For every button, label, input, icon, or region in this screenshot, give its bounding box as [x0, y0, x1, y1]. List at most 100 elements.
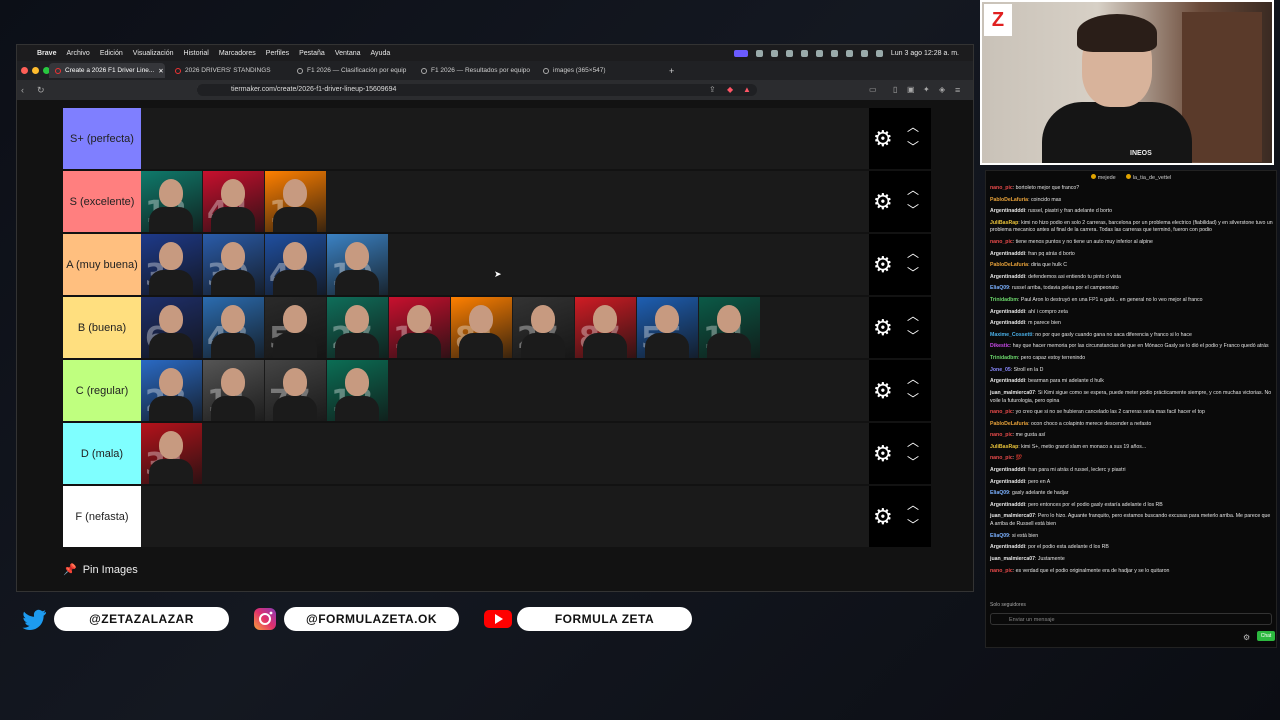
status-icon[interactable]	[755, 49, 763, 57]
chat-username[interactable]: Argentinadddi	[990, 309, 1025, 315]
tier-drop-zone[interactable]: 31	[141, 423, 203, 484]
driver-card[interactable]: 43	[203, 297, 264, 358]
brave-shields-icon[interactable]: ◆	[727, 84, 733, 96]
move-tier-up-icon[interactable]: ︿	[907, 499, 919, 511]
chat-header-user[interactable]: mejede	[1090, 173, 1116, 181]
menu-marcadores[interactable]: Marcadores	[219, 50, 256, 57]
tier-label[interactable]: D (mala)	[63, 423, 141, 484]
chat-username[interactable]: juan_malmierca07	[990, 556, 1035, 562]
move-tier-down-icon[interactable]: ﹀	[907, 456, 919, 468]
tier-label[interactable]: S (excelente)	[63, 171, 141, 232]
tab-drivers-standings[interactable]: 2026 DRIVERS' STANDINGS	[169, 63, 287, 78]
move-tier-up-icon[interactable]: ︿	[907, 436, 919, 448]
chat-message-input[interactable]: Enviar un mensaje	[990, 613, 1272, 625]
driver-card[interactable]: 44	[203, 171, 264, 232]
search-icon[interactable]	[860, 49, 868, 57]
chat-username[interactable]: nano_pic	[990, 568, 1013, 574]
brave-rewards-icon[interactable]: ▲	[743, 84, 751, 96]
driver-card[interactable]: 14	[699, 297, 760, 358]
menu-brave[interactable]: Brave	[37, 50, 56, 57]
menu-edicion[interactable]: Edición	[100, 50, 123, 57]
status-icon[interactable]	[770, 49, 778, 57]
keyboard-layout-icon[interactable]	[815, 49, 823, 57]
chat-username[interactable]: Dikestic	[990, 343, 1010, 349]
tier-drop-zone[interactable]: 3304110	[141, 234, 389, 295]
tier-settings-gear-icon[interactable]: ⚙	[873, 443, 893, 465]
leo-ai-icon[interactable]: ✦	[923, 84, 930, 96]
tab-tiermaker[interactable]: Create a 2026 F1 Driver Line... ✕	[49, 63, 165, 78]
chat-username[interactable]: PabloDeLafuria	[990, 197, 1028, 203]
driver-card[interactable]: 18	[327, 360, 388, 421]
menu-pestana[interactable]: Pestaña	[299, 50, 325, 57]
chat-username[interactable]: Trinidadbm	[990, 355, 1018, 361]
chat-username[interactable]: Argentinadddi	[990, 378, 1025, 384]
move-tier-up-icon[interactable]: ︿	[907, 184, 919, 196]
back-icon[interactable]: ‹	[21, 84, 24, 96]
sidebar-toggle-icon[interactable]: ▭	[869, 84, 877, 96]
chat-username[interactable]: EliaQ09	[990, 285, 1009, 291]
menu-historial[interactable]: Historial	[184, 50, 209, 57]
wallet-icon[interactable]: ▣	[907, 84, 915, 96]
tier-settings-gear-icon[interactable]: ⚙	[873, 317, 893, 339]
driver-card[interactable]: 5	[265, 297, 326, 358]
pin-images-toggle[interactable]: 📌 Pin Images	[63, 563, 138, 577]
move-tier-down-icon[interactable]: ﹀	[907, 393, 919, 405]
tier-settings-gear-icon[interactable]: ⚙	[873, 254, 893, 276]
move-tier-down-icon[interactable]: ﹀	[907, 267, 919, 279]
tier-drop-zone[interactable]: 23117718	[141, 360, 389, 421]
tier-settings-gear-icon[interactable]: ⚙	[873, 191, 893, 213]
chat-settings-icon[interactable]: ⚙	[1243, 633, 1250, 642]
driver-card[interactable]: 81	[451, 297, 512, 358]
chat-username[interactable]: EliaQ09	[990, 490, 1009, 496]
wifi-icon[interactable]	[845, 49, 853, 57]
tab-images[interactable]: images (365×547)	[537, 63, 647, 78]
close-window-icon[interactable]	[21, 67, 28, 74]
driver-card[interactable]: 12	[141, 171, 202, 232]
move-tier-up-icon[interactable]: ︿	[907, 310, 919, 322]
chat-username[interactable]: nano_pic	[990, 455, 1013, 461]
battery-icon[interactable]	[830, 49, 838, 57]
menu-ventana[interactable]: Ventana	[335, 50, 361, 57]
menu-clock[interactable]: Lun 3 ago 12:28 a. m.	[891, 50, 959, 57]
chat-username[interactable]: Argentinadddi	[990, 320, 1025, 326]
chat-username[interactable]: Argentinadddi	[990, 208, 1025, 214]
screen-record-icon[interactable]	[733, 49, 748, 57]
chat-username[interactable]: nano_pic	[990, 409, 1013, 415]
control-center-icon[interactable]	[875, 49, 883, 57]
tier-settings-gear-icon[interactable]: ⚙	[873, 506, 893, 528]
menu-hamburger-icon[interactable]: ≡	[955, 84, 960, 96]
move-tier-down-icon[interactable]: ﹀	[907, 330, 919, 342]
chat-header-user[interactable]: la_tia_de_vettel	[1125, 173, 1171, 181]
chat-username[interactable]: juan_malmierca07	[990, 513, 1035, 519]
driver-card[interactable]: 55	[637, 297, 698, 358]
chat-username[interactable]: Maxime_Cossetti	[990, 332, 1032, 338]
tab-close-icon[interactable]: ✕	[158, 67, 163, 75]
driver-card[interactable]: 1	[265, 171, 326, 232]
driver-card[interactable]: 11	[203, 360, 264, 421]
chat-username[interactable]: JuliBasRap	[990, 220, 1018, 226]
driver-card[interactable]: 77	[265, 360, 326, 421]
tier-settings-gear-icon[interactable]: ⚙	[873, 380, 893, 402]
driver-card[interactable]: 87	[575, 297, 636, 358]
tier-label[interactable]: F (nefasta)	[63, 486, 141, 547]
menu-archivo[interactable]: Archivo	[66, 50, 89, 57]
chat-username[interactable]: Argentinadddi	[990, 251, 1025, 257]
extensions-icon[interactable]: ▯	[893, 84, 897, 96]
menu-visualizacion[interactable]: Visualización	[133, 50, 174, 57]
tier-label[interactable]: B (buena)	[63, 297, 141, 358]
chat-send-button[interactable]: Chat	[1257, 631, 1275, 641]
play-icon[interactable]	[785, 49, 793, 57]
chat-username[interactable]: EliaQ09	[990, 533, 1009, 539]
share-icon[interactable]: ⇪	[709, 84, 716, 96]
chat-username[interactable]: Argentinadddi	[990, 544, 1025, 550]
driver-card[interactable]: 6	[141, 297, 202, 358]
move-tier-down-icon[interactable]: ﹀	[907, 204, 919, 216]
url-bar[interactable]: tiermaker.com/create/2026-f1-driver-line…	[197, 84, 757, 96]
chat-username[interactable]: nano_pic	[990, 239, 1013, 245]
chat-username[interactable]: Trinidadbm	[990, 297, 1018, 303]
chat-username[interactable]: PabloDeLafuria	[990, 421, 1028, 427]
chat-username[interactable]: Argentinadddi	[990, 479, 1025, 485]
minimize-window-icon[interactable]	[32, 67, 39, 74]
driver-card[interactable]: 3	[141, 234, 202, 295]
chat-username[interactable]: JuliBasRap	[990, 444, 1018, 450]
